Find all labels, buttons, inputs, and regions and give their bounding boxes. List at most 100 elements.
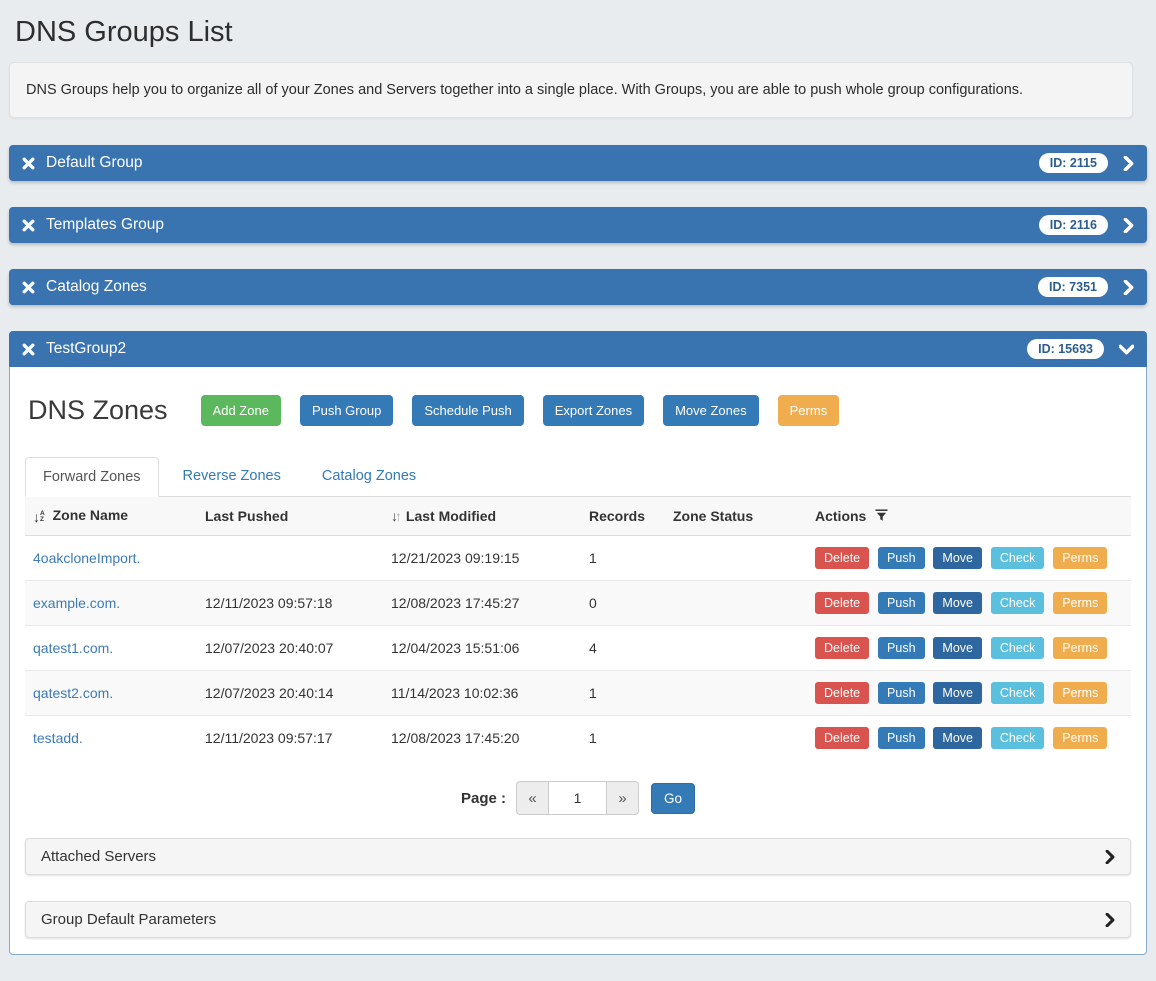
table-row: qatest2.com. 12/07/2023 20:40:14 11/14/2…: [25, 671, 1131, 716]
perms-button[interactable]: Perms: [1053, 682, 1107, 704]
last-modified-cell: 12/08/2023 17:45:20: [383, 716, 581, 761]
last-modified-cell: 12/08/2023 17:45:27: [383, 581, 581, 626]
column-records[interactable]: Records: [581, 497, 665, 536]
chevron-right-icon[interactable]: [1105, 913, 1115, 927]
close-icon[interactable]: [22, 157, 35, 170]
group-bar-catalog-zones[interactable]: Catalog Zones ID: 7351: [9, 269, 1147, 305]
push-button[interactable]: Push: [878, 547, 925, 569]
column-zone-status[interactable]: Zone Status: [665, 497, 807, 536]
group-id-badge: ID: 2115: [1039, 153, 1108, 173]
tab-forward-zones[interactable]: Forward Zones: [25, 457, 159, 497]
column-last-modified[interactable]: ↓↑ Last Modified: [383, 497, 581, 536]
actions-cell: Delete Push Move Check Perms: [807, 626, 1131, 671]
group-name: Templates Group: [46, 216, 164, 234]
zone-status-cell: [665, 536, 807, 581]
group-panel-body: DNS Zones Add Zone Push Group Schedule P…: [10, 367, 1146, 954]
zone-link[interactable]: 4oakcloneImport.: [33, 550, 140, 566]
move-button[interactable]: Move: [933, 727, 982, 749]
zones-header: DNS Zones Add Zone Push Group Schedule P…: [28, 395, 1131, 426]
check-button[interactable]: Check: [991, 592, 1044, 614]
push-group-button[interactable]: Push Group: [300, 395, 393, 426]
delete-button[interactable]: Delete: [815, 682, 869, 704]
sort-up-down-icon[interactable]: ↓↑: [391, 508, 399, 524]
actions-cell: Delete Push Move Check Perms: [807, 716, 1131, 761]
close-icon[interactable]: [22, 343, 35, 356]
delete-button[interactable]: Delete: [815, 547, 869, 569]
page-number-input[interactable]: [549, 781, 606, 815]
push-button[interactable]: Push: [878, 727, 925, 749]
schedule-push-button[interactable]: Schedule Push: [412, 395, 523, 426]
push-button[interactable]: Push: [878, 592, 925, 614]
check-button[interactable]: Check: [991, 727, 1044, 749]
table-row: qatest1.com. 12/07/2023 20:40:07 12/04/2…: [25, 626, 1131, 671]
column-actions[interactable]: Actions: [807, 497, 1131, 536]
check-button[interactable]: Check: [991, 547, 1044, 569]
tab-catalog-zones[interactable]: Catalog Zones: [305, 457, 433, 497]
chevron-right-icon[interactable]: [1123, 218, 1134, 233]
group-id-badge: ID: 7351: [1038, 277, 1108, 297]
tab-reverse-zones[interactable]: Reverse Zones: [166, 457, 298, 497]
column-last-pushed[interactable]: Last Pushed: [197, 497, 383, 536]
column-label: Actions: [815, 508, 866, 524]
delete-button[interactable]: Delete: [815, 637, 869, 659]
group-name: Catalog Zones: [46, 278, 147, 296]
check-button[interactable]: Check: [991, 682, 1044, 704]
chevron-down-icon[interactable]: [1119, 344, 1134, 355]
last-pushed-cell: 12/07/2023 20:40:14: [197, 671, 383, 716]
zone-link[interactable]: qatest2.com.: [33, 685, 113, 701]
table-row: 4oakcloneImport. 12/21/2023 09:19:15 1 D…: [25, 536, 1131, 581]
column-zone-name[interactable]: ↓AZ Zone Name: [25, 497, 197, 536]
zone-status-cell: [665, 671, 807, 716]
last-pushed-cell: 12/11/2023 09:57:18: [197, 581, 383, 626]
table-row: testadd. 12/11/2023 09:57:17 12/08/2023 …: [25, 716, 1131, 761]
group-default-parameters-panel[interactable]: Group Default Parameters: [25, 901, 1131, 938]
page-title: DNS Groups List: [15, 16, 1147, 49]
chevron-right-icon[interactable]: [1123, 156, 1134, 171]
next-page-button[interactable]: »: [606, 781, 639, 815]
delete-button[interactable]: Delete: [815, 592, 869, 614]
last-pushed-cell: 12/07/2023 20:40:07: [197, 626, 383, 671]
attached-servers-panel[interactable]: Attached Servers: [25, 838, 1131, 875]
previous-page-button[interactable]: «: [516, 781, 549, 815]
group-bar-templates-group[interactable]: Templates Group ID: 2116: [9, 207, 1147, 243]
last-modified-cell: 12/21/2023 09:19:15: [383, 536, 581, 581]
last-pushed-cell: [197, 536, 383, 581]
chevron-right-icon[interactable]: [1105, 850, 1115, 864]
export-zones-button[interactable]: Export Zones: [543, 395, 644, 426]
group-perms-button[interactable]: Perms: [778, 395, 840, 426]
push-button[interactable]: Push: [878, 637, 925, 659]
perms-button[interactable]: Perms: [1053, 592, 1107, 614]
delete-button[interactable]: Delete: [815, 727, 869, 749]
move-button[interactable]: Move: [933, 547, 982, 569]
add-zone-button[interactable]: Add Zone: [201, 395, 281, 426]
sort-alpha-down-icon[interactable]: ↓AZ: [33, 509, 45, 525]
zones-tabs: Forward Zones Reverse Zones Catalog Zone…: [25, 457, 1131, 497]
move-button[interactable]: Move: [933, 637, 982, 659]
zone-link[interactable]: qatest1.com.: [33, 640, 113, 656]
last-modified-cell: 11/14/2023 10:02:36: [383, 671, 581, 716]
group-id-badge: ID: 2116: [1039, 215, 1108, 235]
perms-button[interactable]: Perms: [1053, 547, 1107, 569]
records-cell: 1: [581, 716, 665, 761]
close-icon[interactable]: [22, 281, 35, 294]
zone-link[interactable]: testadd.: [33, 730, 83, 746]
group-bar-default-group[interactable]: Default Group ID: 2115: [9, 145, 1147, 181]
perms-button[interactable]: Perms: [1053, 637, 1107, 659]
go-button[interactable]: Go: [651, 783, 695, 814]
filter-icon[interactable]: [875, 509, 888, 522]
move-button[interactable]: Move: [933, 592, 982, 614]
zones-table: ↓AZ Zone Name Last Pushed ↓↑ Last Modifi…: [25, 497, 1131, 760]
close-icon[interactable]: [22, 219, 35, 232]
table-header-row: ↓AZ Zone Name Last Pushed ↓↑ Last Modifi…: [25, 497, 1131, 536]
move-button[interactable]: Move: [933, 682, 982, 704]
push-button[interactable]: Push: [878, 682, 925, 704]
zone-link[interactable]: example.com.: [33, 595, 120, 611]
move-zones-button[interactable]: Move Zones: [663, 395, 759, 426]
group-bar-testgroup2[interactable]: TestGroup2 ID: 15693: [9, 331, 1147, 367]
description-box: DNS Groups help you to organize all of y…: [9, 62, 1133, 118]
records-cell: 0: [581, 581, 665, 626]
perms-button[interactable]: Perms: [1053, 727, 1107, 749]
check-button[interactable]: Check: [991, 637, 1044, 659]
column-label: Last Pushed: [205, 508, 288, 524]
chevron-right-icon[interactable]: [1123, 280, 1134, 295]
